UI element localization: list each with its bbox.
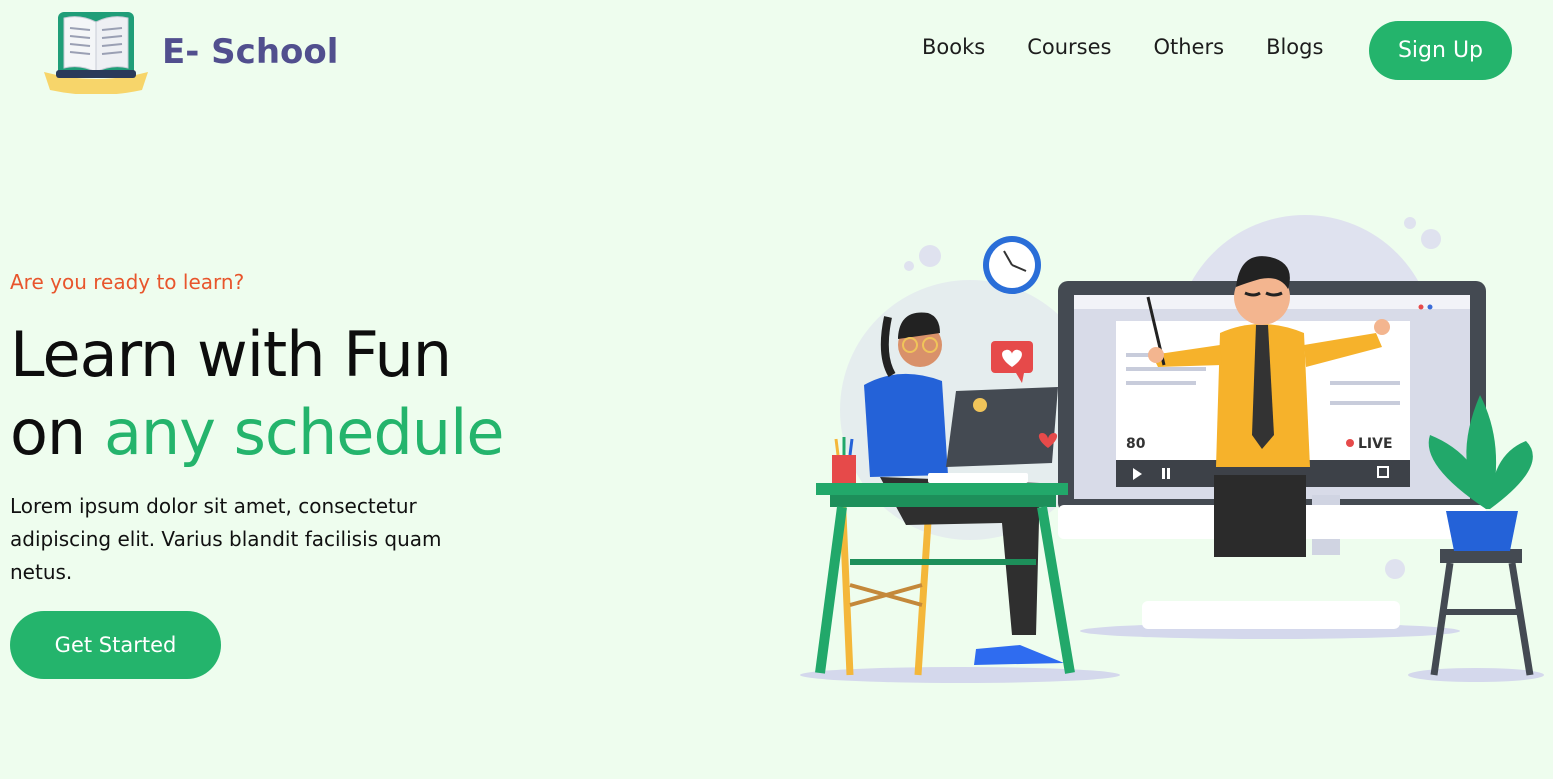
- clock-icon: [983, 236, 1041, 294]
- brand-logo[interactable]: E- School: [42, 6, 338, 94]
- nav-link-blogs[interactable]: Blogs: [1266, 35, 1323, 59]
- hero-tagline: Are you ready to learn?: [10, 270, 245, 294]
- pencil-cup-icon: [832, 437, 856, 483]
- hero-description: Lorem ipsum dolor sit amet, consectetur …: [10, 494, 442, 584]
- headline-line1: Learn with Fun: [10, 318, 452, 391]
- navbar: E- School Books Courses Others Blogs Sig…: [0, 0, 1553, 100]
- headline-line2-prefix: on: [10, 396, 104, 469]
- viewer-count: 80: [1126, 436, 1146, 452]
- nav-links: Books Courses Others Blogs: [922, 35, 1323, 59]
- hero-headline: Learn with Fun on any schedule: [10, 316, 630, 472]
- brand-name: E- School: [162, 32, 339, 72]
- hero-section: Are you ready to learn? Learn with Fun o…: [10, 270, 630, 679]
- open-book-icon: [44, 12, 148, 94]
- sign-up-button[interactable]: Sign Up: [1369, 21, 1512, 80]
- hero-illustration: 80 LIVE: [800, 215, 1544, 683]
- nav-link-courses[interactable]: Courses: [1027, 35, 1111, 59]
- live-label: LIVE: [1358, 436, 1393, 452]
- get-started-button[interactable]: Get Started: [10, 611, 221, 679]
- headline-accent: any schedule: [103, 396, 505, 469]
- nav-link-books[interactable]: Books: [922, 35, 985, 59]
- nav-link-others[interactable]: Others: [1153, 35, 1224, 59]
